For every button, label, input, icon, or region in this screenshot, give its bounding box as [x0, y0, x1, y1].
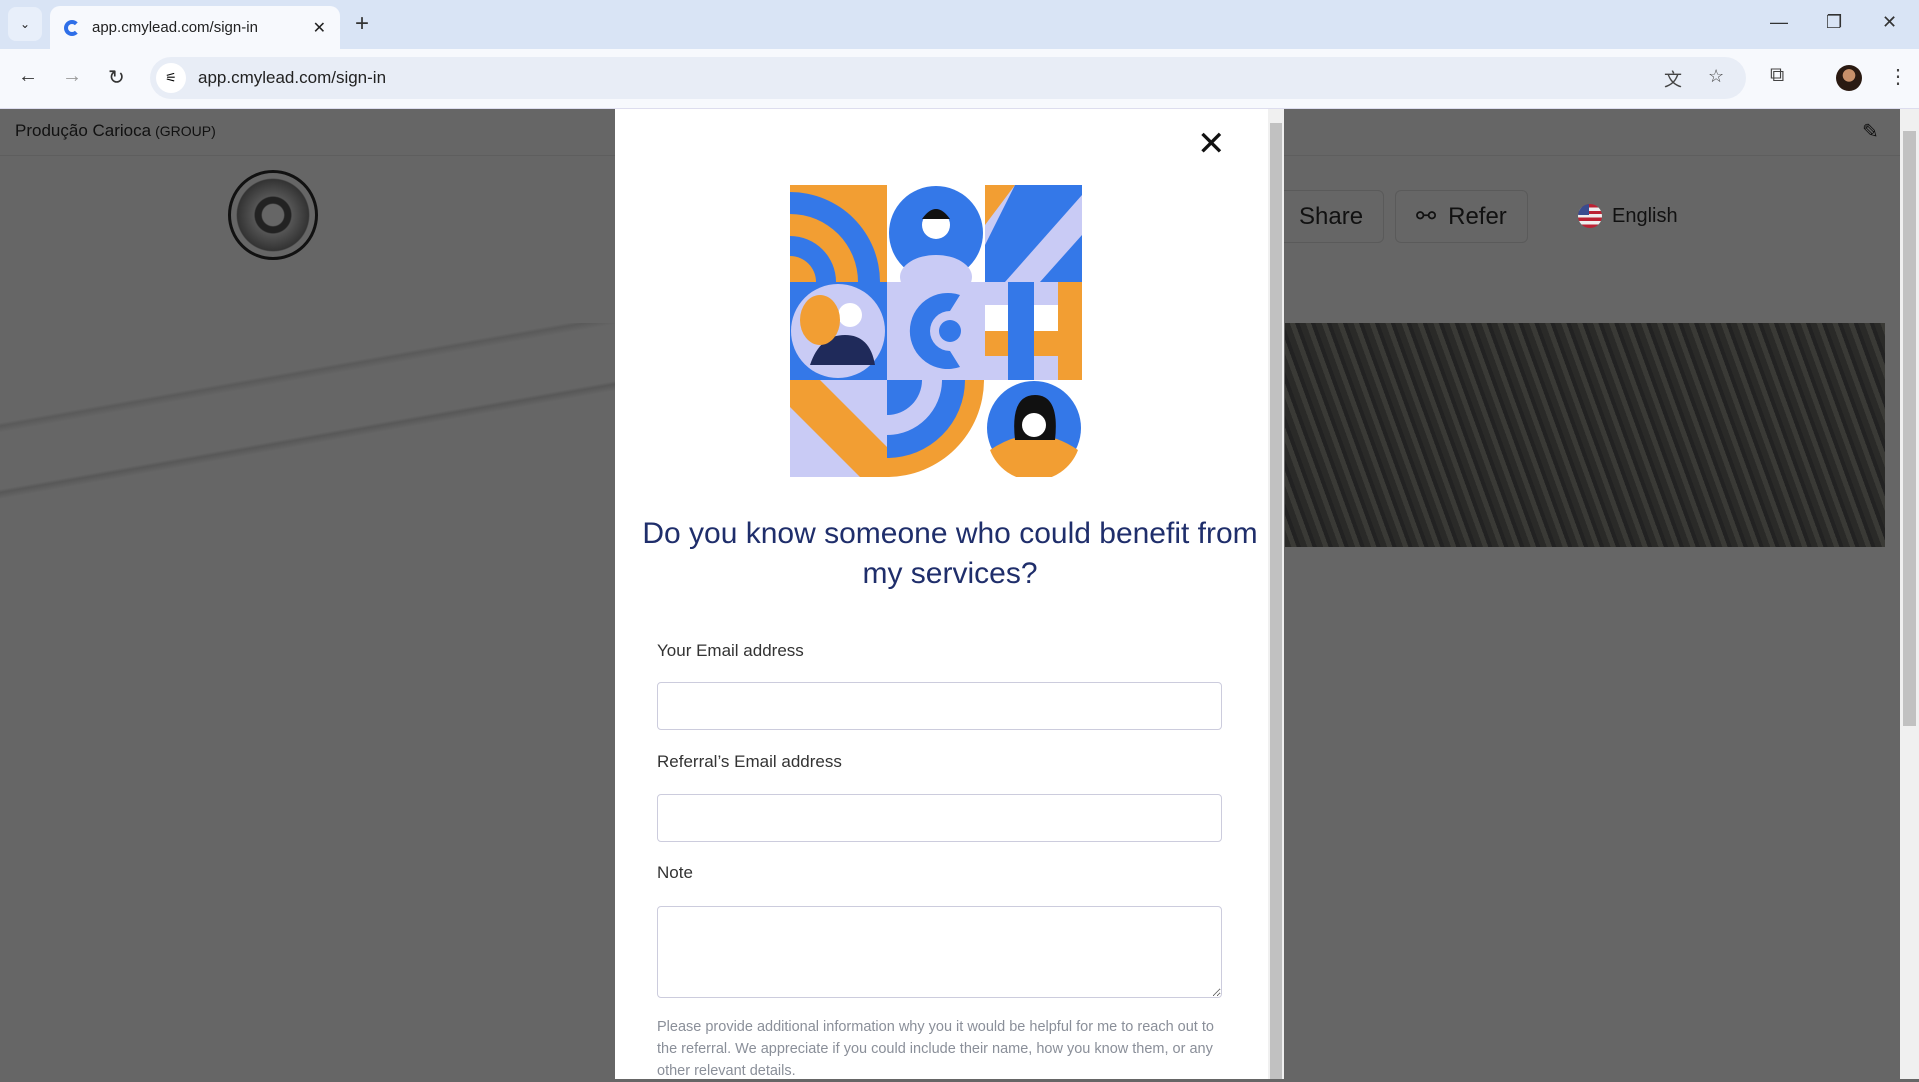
- tab-search-button[interactable]: ⌄: [8, 7, 42, 41]
- modal-heading: Do you know someone who could benefit fr…: [642, 517, 1258, 590]
- modal-scroll-thumb[interactable]: [1270, 123, 1282, 1079]
- browser-toolbar: ← → ↻ ⚟ app.cmylead.com/sign-in 文 ☆ ⧉ ⋮: [0, 49, 1919, 109]
- org-type: (GROUP): [155, 123, 216, 139]
- edit-pencil-icon[interactable]: ✎: [1862, 119, 1879, 144]
- refer-button[interactable]: ⚯ Refer: [1395, 190, 1528, 243]
- site-info-icon[interactable]: ⚟: [156, 63, 186, 93]
- note-textarea[interactable]: [657, 906, 1222, 998]
- page-scroll-thumb[interactable]: [1903, 131, 1916, 726]
- modal-scrollbar[interactable]: [1268, 109, 1284, 1079]
- profile-avatar[interactable]: [1836, 65, 1862, 91]
- close-modal-icon[interactable]: ✕: [1197, 127, 1226, 161]
- menu-icon[interactable]: ⋮: [1888, 64, 1908, 89]
- share-button[interactable]: Share: [1270, 190, 1385, 243]
- share-label: Share: [1299, 202, 1364, 230]
- url-text[interactable]: app.cmylead.com/sign-in: [198, 68, 386, 88]
- referral-email-input[interactable]: [657, 794, 1222, 842]
- reload-button[interactable]: ↻: [108, 65, 125, 90]
- company-logo: [228, 170, 318, 260]
- new-tab-button[interactable]: +: [355, 10, 369, 38]
- email-label: Your Email address: [657, 641, 804, 660]
- minimize-button[interactable]: —: [1770, 12, 1788, 33]
- note-label: Note: [657, 863, 693, 882]
- forward-button[interactable]: →: [62, 65, 82, 88]
- restore-button[interactable]: ❐: [1826, 12, 1842, 33]
- cover-image-right: [1285, 323, 1885, 547]
- refer-label: Refer: [1448, 202, 1507, 230]
- close-tab-icon[interactable]: ✕: [313, 18, 326, 38]
- org-name: Produção Carioca: [15, 121, 152, 140]
- address-bar[interactable]: ⚟ app.cmylead.com/sign-in 文 ☆: [150, 57, 1746, 99]
- refer-modal: ✕ Do you know someone who could benefit …: [615, 109, 1284, 1079]
- extensions-icon[interactable]: ⧉: [1770, 64, 1784, 87]
- referral-email-label: Referral’s Email address: [657, 752, 842, 771]
- refer-icon: ⚯: [1416, 203, 1437, 230]
- language-label: English: [1612, 204, 1678, 227]
- close-window-button[interactable]: ✕: [1882, 12, 1897, 33]
- org-title: Produção Carioca (GROUP): [15, 121, 216, 141]
- back-button[interactable]: ←: [18, 65, 38, 88]
- note-help-text: Please provide additional information wh…: [657, 1019, 1214, 1079]
- us-flag-icon: [1578, 204, 1602, 228]
- browser-tab[interactable]: app.cmylead.com/sign-in ✕: [50, 6, 340, 49]
- site-favicon-icon: [64, 19, 80, 36]
- email-input[interactable]: [657, 682, 1222, 730]
- translate-icon[interactable]: 文: [1664, 66, 1682, 92]
- page-scrollbar[interactable]: [1900, 109, 1919, 1079]
- bookmark-star-icon[interactable]: ☆: [1708, 66, 1724, 87]
- tab-bar: ⌄ app.cmylead.com/sign-in ✕ + — ❐ ✕: [0, 0, 1919, 49]
- cover-image-left: [0, 323, 615, 547]
- tab-title: app.cmylead.com/sign-in: [92, 19, 258, 36]
- referral-illustration: [790, 185, 1082, 477]
- language-selector[interactable]: English: [1578, 204, 1678, 228]
